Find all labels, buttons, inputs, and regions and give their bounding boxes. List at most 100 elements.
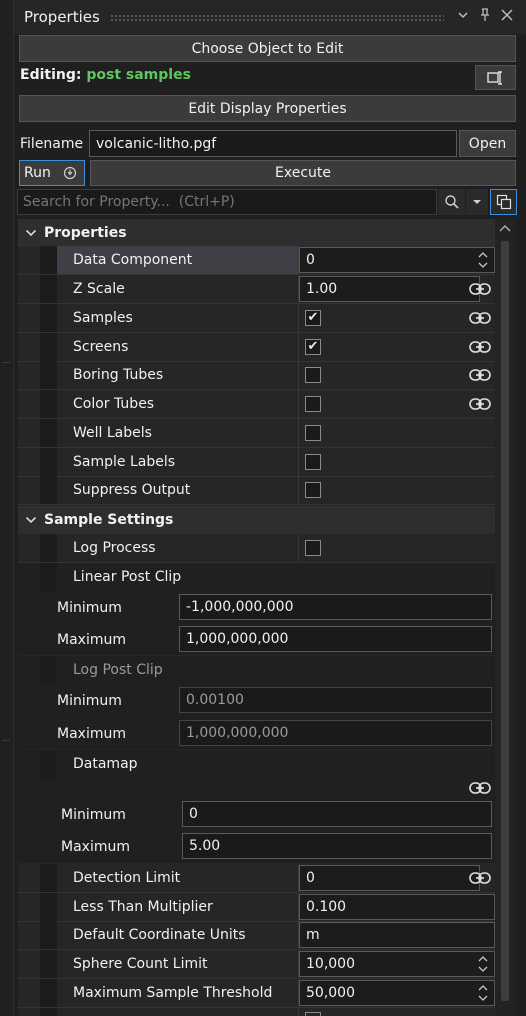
- prop-row-suppress-output[interactable]: Suppress Output: [18, 476, 495, 505]
- linear-max-input[interactable]: 1,000,000,000: [179, 626, 492, 652]
- suppress-output-checkbox[interactable]: [305, 482, 321, 498]
- link-icon[interactable]: [469, 397, 491, 411]
- prop-value: 0: [306, 252, 315, 268]
- samples-checkbox[interactable]: ✔: [305, 310, 321, 326]
- data-component-stepper[interactable]: 0: [299, 247, 495, 273]
- prop-value: 0: [306, 870, 315, 886]
- search-box[interactable]: [17, 189, 437, 215]
- panel-titlebar: Properties: [14, 0, 526, 34]
- editing-label-text: Editing:: [20, 67, 82, 83]
- edit-display-properties-button[interactable]: Edit Display Properties: [19, 95, 516, 122]
- stepper-arrows-icon[interactable]: [477, 982, 489, 1004]
- prop-row-screens[interactable]: Screens ✔: [18, 333, 495, 362]
- z-scale-input[interactable]: 1.00: [299, 276, 480, 302]
- link-icon[interactable]: [469, 871, 491, 885]
- log-post-clip-group: Log Post Clip Minimum 0.00100 Maximum 1,…: [18, 656, 495, 749]
- chevron-down-icon[interactable]: [18, 227, 44, 240]
- prop-name: Boring Tubes: [57, 361, 299, 389]
- boring-tubes-checkbox[interactable]: [305, 367, 321, 383]
- caret-down-icon: [473, 200, 481, 204]
- prop-name: Less Than Multiplier: [57, 893, 299, 921]
- stepper-arrows-icon[interactable]: [477, 953, 489, 975]
- prop-name: Default Coordinate Units: [57, 921, 299, 949]
- color-tubes-checkbox[interactable]: [305, 396, 321, 412]
- run-label: Run: [24, 165, 51, 181]
- scroll-up-icon[interactable]: [495, 221, 515, 237]
- log-min-input[interactable]: 0.00100: [179, 687, 492, 713]
- prop-row-max-sample-threshold[interactable]: Maximum Sample Threshold 50,000: [18, 979, 495, 1008]
- drag-grip[interactable]: [109, 13, 444, 21]
- category-sample-settings[interactable]: Sample Settings: [18, 506, 495, 534]
- search-input[interactable]: [23, 194, 423, 210]
- datamap-max-input[interactable]: 5.00: [182, 833, 492, 859]
- coordinate-units-input[interactable]: m: [299, 922, 495, 948]
- category-properties[interactable]: Properties: [18, 219, 495, 247]
- left-dock-strip: [0, 0, 14, 1016]
- sample-labels-checkbox[interactable]: [305, 454, 321, 470]
- prop-value: 0.100: [306, 899, 347, 915]
- chevron-down-icon[interactable]: [18, 514, 44, 527]
- prop-row-boring-tubes[interactable]: Boring Tubes: [18, 361, 495, 390]
- link-icon[interactable]: [469, 311, 491, 325]
- linear-post-clip-label: Linear Post Clip: [73, 569, 182, 585]
- prop-row-less-than-multiplier[interactable]: Less Than Multiplier 0.100: [18, 893, 495, 922]
- prop-name: Maximum Sample Threshold: [57, 979, 299, 1007]
- run-toggle[interactable]: Run: [19, 160, 85, 186]
- scroll-thumb[interactable]: [501, 241, 509, 1001]
- execute-button[interactable]: Execute: [90, 160, 516, 186]
- prop-name: Color Tubes: [57, 390, 299, 418]
- prop-row-samples[interactable]: Samples ✔: [18, 304, 495, 333]
- open-button[interactable]: Open: [459, 130, 516, 157]
- category-label: Properties: [44, 225, 127, 241]
- prop-row-color-tubes[interactable]: Color Tubes: [18, 390, 495, 419]
- layout-toggle-button[interactable]: [490, 189, 517, 215]
- prop-row-log-process[interactable]: Log Process: [18, 534, 495, 563]
- search-icon[interactable]: [438, 189, 465, 215]
- detection-limit-input[interactable]: 0: [299, 865, 480, 891]
- filename-label: Filename: [20, 136, 84, 152]
- less-than-multiplier-input[interactable]: 0.100: [299, 894, 495, 920]
- prop-name: Sample Labels: [57, 448, 299, 476]
- close-icon[interactable]: [496, 9, 518, 25]
- prop-row-sample-labels[interactable]: Sample Labels: [18, 448, 495, 477]
- link-icon[interactable]: [469, 781, 491, 795]
- prop-name: Sphere Count Limit: [57, 950, 299, 978]
- linear-min-input[interactable]: -1,000,000,000: [179, 594, 492, 620]
- info-icon: [63, 166, 76, 180]
- search-options-dropdown[interactable]: [466, 189, 488, 215]
- prop-name: Suppress Output: [57, 476, 299, 504]
- properties-window: Properties Choose Object to Edit Editing…: [0, 0, 526, 1016]
- prop-row-detection-limit[interactable]: Detection Limit 0: [18, 864, 495, 893]
- datamap-group: Datamap Minimum 0 Maximum 5.00: [18, 750, 495, 863]
- stepper-arrows-icon[interactable]: [477, 249, 489, 271]
- pin-icon[interactable]: [474, 8, 496, 26]
- editing-label: Editing: post samples: [20, 67, 191, 83]
- chevron-down-icon[interactable]: [452, 9, 474, 25]
- datamap-min-input[interactable]: 0: [182, 801, 492, 827]
- screens-checkbox[interactable]: ✔: [305, 339, 321, 355]
- prop-row-coordinate-units[interactable]: Default Coordinate Units m: [18, 921, 495, 950]
- prop-row-data-component[interactable]: Data Component 0: [18, 246, 495, 275]
- prop-value: 50,000: [306, 985, 355, 1001]
- filename-input[interactable]: volcanic-litho.pgf: [89, 130, 457, 157]
- prop-row-partial: [18, 1008, 495, 1016]
- max-threshold-stepper[interactable]: 50,000: [299, 980, 495, 1006]
- prop-name: Z Scale: [57, 275, 299, 303]
- prop-row-well-labels[interactable]: Well Labels: [18, 419, 495, 448]
- vertical-scrollbar[interactable]: [495, 219, 515, 1016]
- editing-object-name: post samples: [86, 67, 191, 83]
- prop-name: Screens: [57, 333, 299, 361]
- log-max-input[interactable]: 1,000,000,000: [179, 720, 492, 746]
- edit-object-button[interactable]: [475, 65, 516, 90]
- sphere-count-stepper[interactable]: 10,000: [299, 951, 495, 977]
- prop-row-z-scale[interactable]: Z Scale 1.00: [18, 275, 495, 304]
- prop-row-sphere-count-limit[interactable]: Sphere Count Limit 10,000: [18, 950, 495, 979]
- link-icon[interactable]: [469, 340, 491, 354]
- link-icon[interactable]: [469, 282, 491, 296]
- well-labels-checkbox[interactable]: [305, 425, 321, 441]
- log-process-checkbox[interactable]: [305, 540, 321, 556]
- choose-object-button[interactable]: Choose Object to Edit: [19, 35, 516, 62]
- link-icon[interactable]: [469, 368, 491, 382]
- prop-name: Samples: [57, 304, 299, 332]
- linear-post-clip-group: Linear Post Clip Minimum -1,000,000,000 …: [18, 563, 495, 655]
